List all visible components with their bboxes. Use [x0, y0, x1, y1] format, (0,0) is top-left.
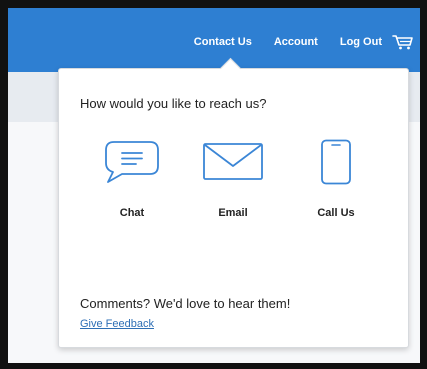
browser-viewport: Contact Us Account Log Out How would you… — [8, 8, 420, 363]
nav-contact-us[interactable]: Contact Us — [194, 36, 252, 48]
email-option-label: Email — [218, 207, 248, 219]
header-nav: Contact Us Account Log Out — [194, 34, 420, 50]
give-feedback-link[interactable]: Give Feedback — [80, 318, 154, 330]
popover-title: How would you like to reach us? — [80, 96, 267, 111]
chat-option-label: Chat — [119, 207, 145, 219]
chat-bubble-icon — [105, 141, 159, 183]
cart-icon[interactable] — [392, 34, 414, 50]
contact-popover: How would you like to reach us? Chat Ema… — [58, 57, 409, 348]
email-option[interactable]: Email — [193, 139, 273, 219]
nav-log-out[interactable]: Log Out — [340, 36, 382, 48]
top-navigation-bar: Contact Us Account Log Out — [8, 8, 420, 72]
chat-option[interactable]: Chat — [92, 139, 172, 219]
call-option[interactable]: Call Us — [296, 139, 376, 219]
phone-icon — [321, 139, 351, 185]
comments-prompt: Comments? We'd love to hear them! — [80, 296, 291, 311]
nav-account[interactable]: Account — [274, 36, 318, 48]
envelope-icon — [203, 143, 263, 180]
call-option-label: Call Us — [317, 207, 355, 219]
